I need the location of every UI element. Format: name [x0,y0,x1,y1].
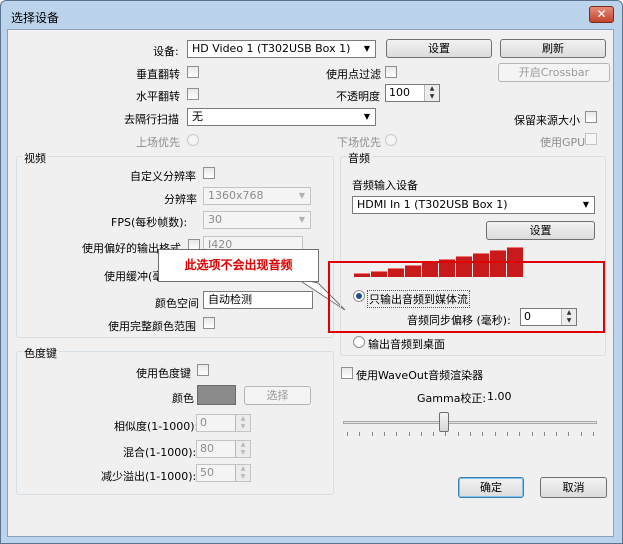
chevron-down-icon: ▼ [582,200,590,209]
slider-tick [408,432,410,436]
slider-tick [556,432,558,436]
use-chroma-key-label: 使用色度键 [136,367,191,380]
gamma-value: 1.00 [487,390,512,403]
ok-button[interactable]: 确定 [458,477,524,498]
slider-tick [531,432,533,436]
similarity-label: 相似度(1-1000): [114,420,199,433]
output-to-stream-label: 只输出音频到媒体流 [367,290,470,308]
spin-up-icon[interactable]: ▲ [561,309,576,317]
slider-tick [420,432,422,436]
spin-down-icon[interactable]: ▼ [561,317,576,325]
audio-sync-label: 音频同步偏移 (毫秒): [407,314,511,327]
spin-down-icon[interactable]: ▼ [235,473,250,481]
spill-reduction-spinner[interactable]: 50 ▲ ▼ [196,464,251,482]
slider-tick [519,432,521,436]
use-chroma-key-checkbox[interactable] [197,364,209,376]
chroma-key-group-title: 色度键 [22,345,59,361]
waveout-label: 使用WaveOut音频渲染器 [356,369,484,382]
slider-tick [445,432,447,436]
gamma-slider-track[interactable] [343,421,597,424]
spin-up-icon[interactable]: ▲ [235,441,250,449]
blend-label: 混合(1-1000): [123,446,197,459]
blend-value: 80 [200,442,214,455]
audio-settings-button[interactable]: 设置 [486,221,595,240]
output-to-desktop-radio[interactable] [353,336,365,348]
key-color-label: 颜色 [172,392,194,405]
waveout-checkbox[interactable] [341,367,353,379]
audio-input-select[interactable]: HDMI In 1 (T302USB Box 1) ▼ [352,196,595,214]
slider-tick [543,432,545,436]
slider-tick [383,432,385,436]
cancel-button[interactable]: 取消 [540,477,607,498]
slider-tick [359,432,361,436]
spill-reduction-value: 50 [200,466,214,479]
slider-tick [494,432,496,436]
spin-up-icon[interactable]: ▲ [235,465,250,473]
slider-tick [457,432,459,436]
similarity-spinner[interactable]: 0 ▲ ▼ [196,414,251,432]
slider-tick [580,432,582,436]
gamma-slider-thumb[interactable] [438,412,449,432]
slider-tick [506,432,508,436]
output-to-stream-radio[interactable] [353,290,365,302]
slider-tick [482,432,484,436]
spin-up-icon[interactable]: ▲ [235,415,250,423]
audio-sync-spinner[interactable]: 0 ▲ ▼ [520,308,577,326]
slider-tick [568,432,570,436]
slider-tick [371,432,373,436]
key-color-swatch[interactable] [197,385,236,405]
gamma-label: Gamma校正: [417,392,487,405]
audio-input-label: 音频输入设备 [352,179,418,192]
audio-input-value: HDMI In 1 (T302USB Box 1) [357,198,508,211]
output-to-desktop-label: 输出音频到桌面 [368,338,445,351]
slider-tick [470,432,471,436]
spill-reduction-label: 减少溢出(1-1000): [101,470,197,483]
slider-tick [396,432,398,436]
similarity-value: 0 [200,416,207,429]
annotation-callout: 此选项不会出现音频 [158,249,319,282]
audio-sync-value: 0 [524,310,531,323]
slider-tick [347,432,348,436]
spin-down-icon[interactable]: ▼ [235,449,250,457]
select-color-button[interactable]: 选择 [244,386,311,405]
slider-tick [433,432,435,436]
spin-down-icon[interactable]: ▼ [235,423,250,431]
audio-group-title: 音频 [346,150,372,166]
slider-tick [593,432,594,436]
blend-spinner[interactable]: 80 ▲ ▼ [196,440,251,458]
